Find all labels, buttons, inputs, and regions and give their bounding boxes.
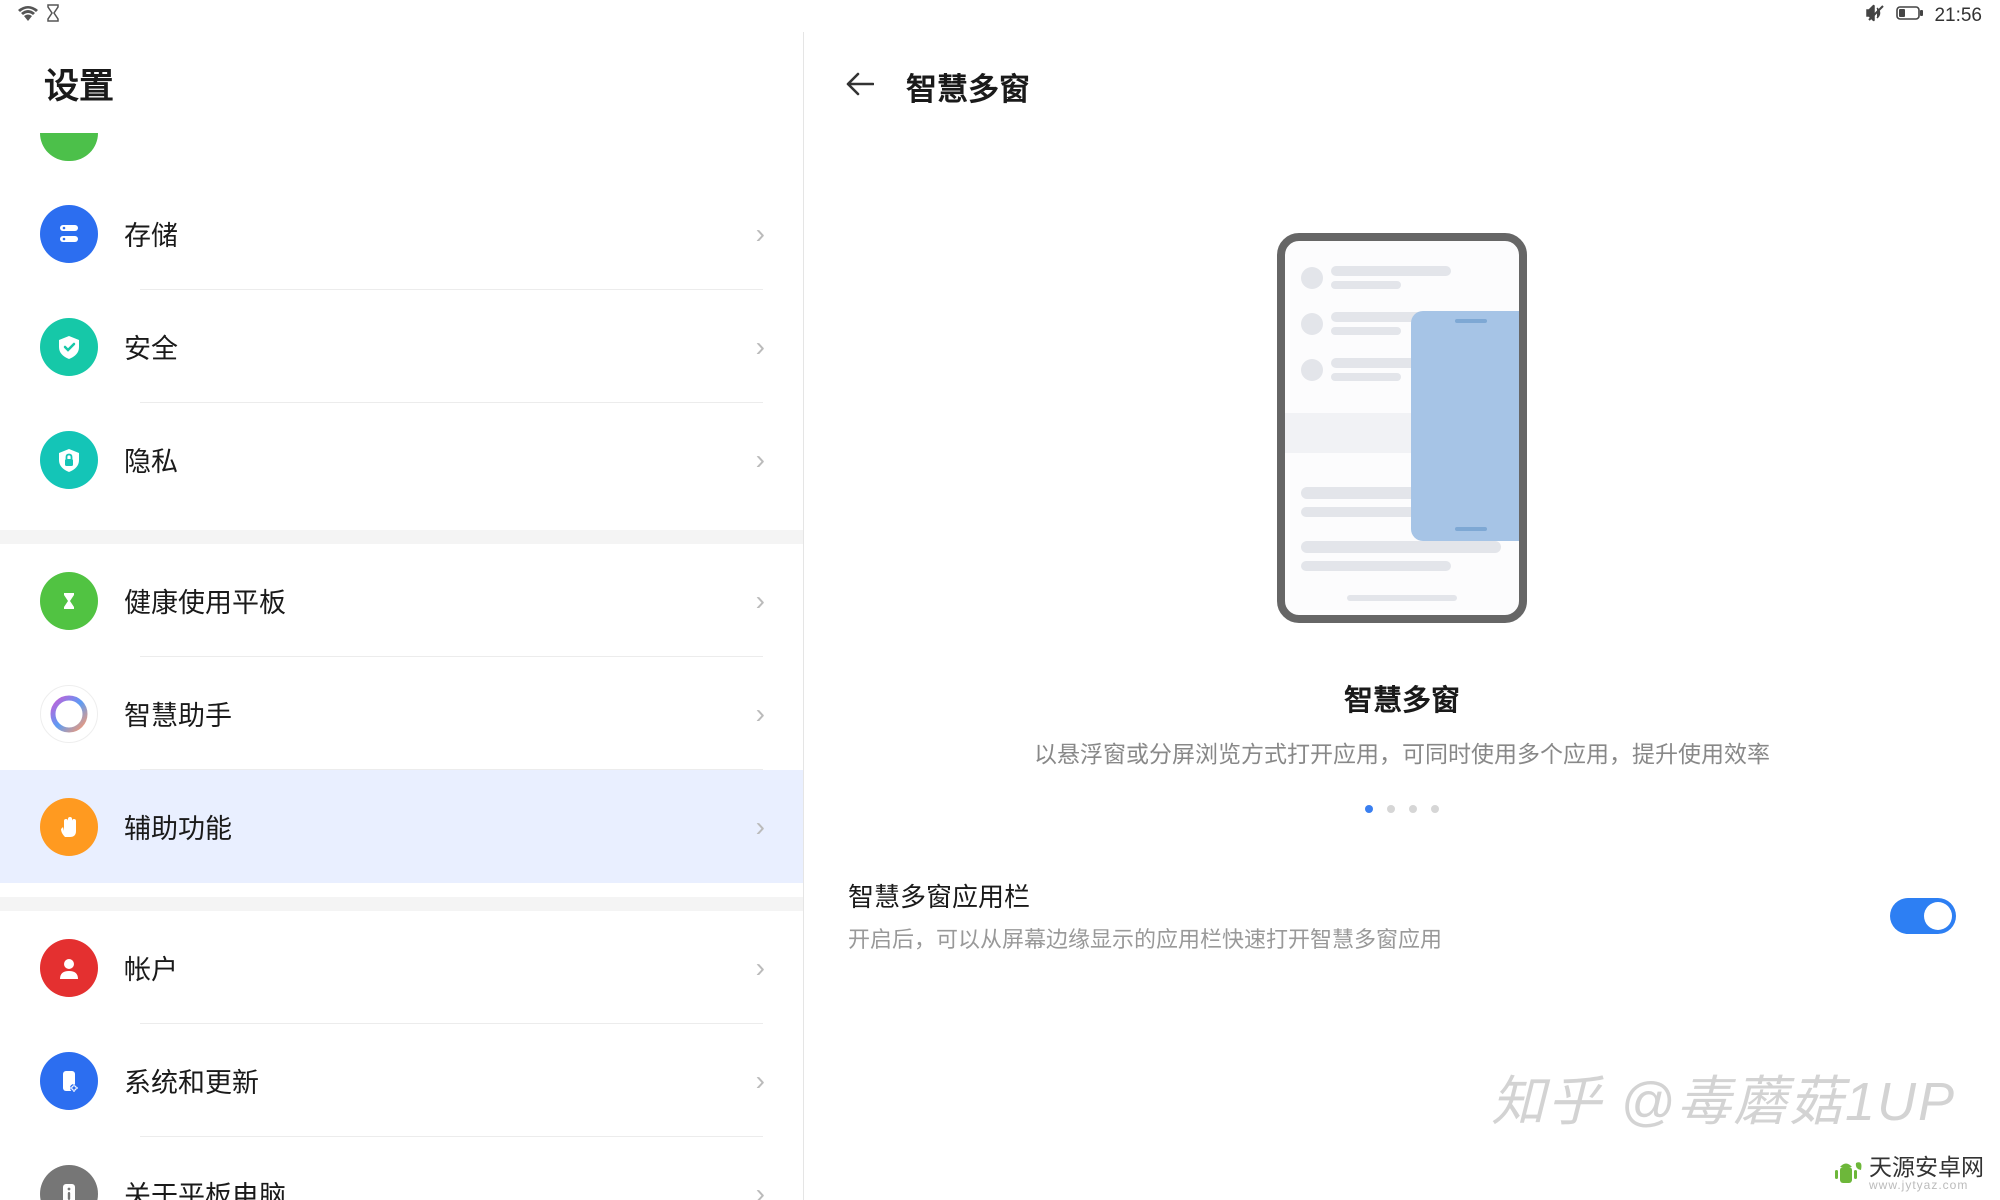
android-leaf-icon <box>1829 1157 1863 1191</box>
settings-list: 存储 › 安全 › 隐私 › <box>0 139 803 1200</box>
hourglass-icon <box>46 4 60 28</box>
wifi-icon <box>18 5 38 27</box>
multiwindow-illustration <box>1277 233 1527 623</box>
watermark-zhihu: 知乎 @毒蘑菇1UP <box>1491 1057 1956 1136</box>
back-arrow-icon[interactable] <box>844 70 876 104</box>
setting-sublabel: 开启后，可以从屏幕边缘显示的应用栏快速打开智慧多窗应用 <box>848 922 1890 954</box>
settings-item-partial[interactable] <box>0 139 803 177</box>
shield-icon <box>40 318 98 376</box>
item-label: 智慧助手 <box>124 694 756 733</box>
sidebar-item-accessibility[interactable]: 辅助功能 › <box>0 770 803 883</box>
item-label: 安全 <box>124 327 756 366</box>
feature-description: 以悬浮窗或分屏浏览方式打开应用，可同时使用多个应用，提升使用效率 <box>1034 735 1770 769</box>
chevron-right-icon: › <box>756 698 765 730</box>
item-label: 隐私 <box>124 440 756 479</box>
sidebar-item-storage[interactable]: 存储 › <box>0 177 803 290</box>
chevron-right-icon: › <box>756 1065 765 1097</box>
status-left <box>18 4 60 28</box>
sidebar-item-system-update[interactable]: 系统和更新 › <box>0 1024 803 1137</box>
feature-title: 智慧多窗 <box>1344 677 1460 719</box>
sidebar-item-about[interactable]: 关于平板电脑 › <box>0 1137 803 1200</box>
storage-icon <box>40 205 98 263</box>
assistant-ring-icon <box>40 685 98 743</box>
setting-row-appbar: 智慧多窗应用栏 开启后，可以从屏幕边缘显示的应用栏快速打开智慧多窗应用 <box>844 877 1960 954</box>
feature-illustration-block: 智慧多窗 以悬浮窗或分屏浏览方式打开应用，可同时使用多个应用，提升使用效率 <box>844 233 1960 813</box>
sidebar-item-digital-balance[interactable]: 健康使用平板 › <box>0 544 803 657</box>
chevron-right-icon: › <box>756 444 765 476</box>
watermark-site-name: 天源安卓网 <box>1869 1155 1984 1179</box>
page-dot[interactable] <box>1365 805 1373 813</box>
watermark-site-url: www.jytyaz.com <box>1869 1179 1984 1192</box>
sidebar-item-security[interactable]: 安全 › <box>0 290 803 403</box>
item-label: 存储 <box>124 214 756 253</box>
chevron-right-icon: › <box>756 811 765 843</box>
page-dot[interactable] <box>1387 805 1395 813</box>
mute-icon <box>1866 3 1886 29</box>
sidebar-item-privacy[interactable]: 隐私 › <box>0 403 803 516</box>
content-header: 智慧多窗 <box>844 32 1960 133</box>
item-label: 系统和更新 <box>124 1061 756 1100</box>
person-icon <box>40 939 98 997</box>
status-bar: 21:56 <box>0 0 2000 32</box>
item-label: 健康使用平板 <box>124 581 756 620</box>
chevron-right-icon: › <box>756 952 765 984</box>
status-right: 21:56 <box>1866 3 1982 29</box>
chevron-right-icon: › <box>756 331 765 363</box>
sidebar-item-account[interactable]: 帐户 › <box>0 911 803 1024</box>
chevron-right-icon: › <box>756 1178 765 1200</box>
page-dot[interactable] <box>1409 805 1417 813</box>
phone-gear-icon <box>40 1052 98 1110</box>
item-label: 帐户 <box>124 948 756 987</box>
hand-icon <box>40 798 98 856</box>
sidebar-title: 设置 <box>0 32 803 139</box>
info-device-icon <box>40 1165 98 1200</box>
content-pane: 智慧多窗 <box>804 32 2000 1200</box>
chevron-right-icon: › <box>756 585 765 617</box>
float-window-graphic <box>1411 311 1527 541</box>
item-label: 辅助功能 <box>124 807 756 846</box>
chevron-right-icon: › <box>756 218 765 250</box>
clock-text: 21:56 <box>1934 5 1982 27</box>
sidebar-item-assistant[interactable]: 智慧助手 › <box>0 657 803 770</box>
setting-label: 智慧多窗应用栏 <box>848 877 1890 914</box>
lock-shield-icon <box>40 431 98 489</box>
hourglass-circle-icon <box>40 572 98 630</box>
content-title: 智慧多窗 <box>906 64 1030 109</box>
battery-icon <box>1896 5 1924 27</box>
partial-icon <box>40 133 98 161</box>
settings-sidebar: 设置 存储 › 安全 › <box>0 32 804 1200</box>
page-indicator[interactable] <box>1365 805 1439 813</box>
page-dot[interactable] <box>1431 805 1439 813</box>
toggle-switch[interactable] <box>1890 898 1956 934</box>
item-label: 关于平板电脑 <box>124 1174 756 1200</box>
watermark-site: 天源安卓网 www.jytyaz.com <box>1829 1155 1984 1192</box>
